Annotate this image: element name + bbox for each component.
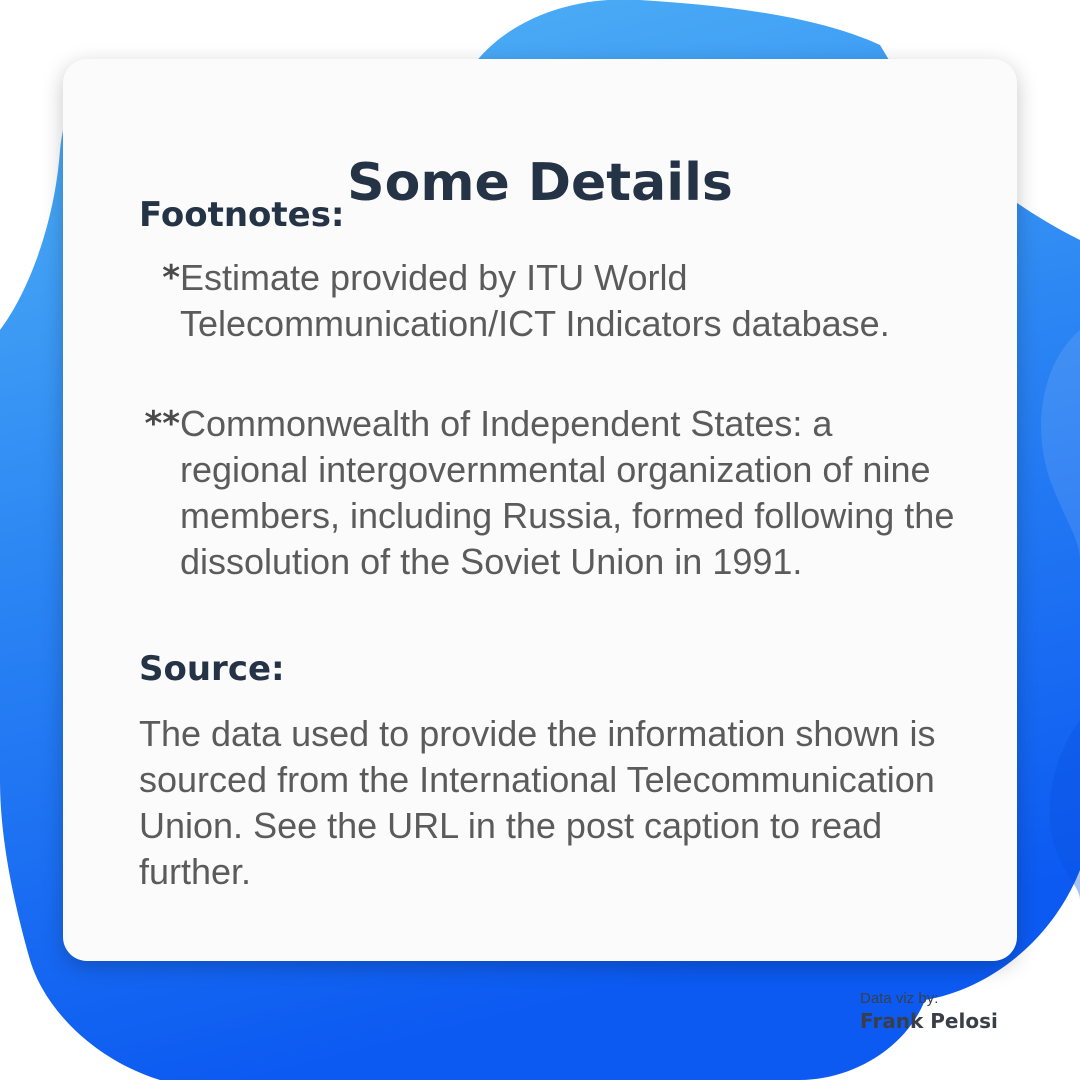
source-text: The data used to provide the information…: [139, 713, 936, 892]
source-heading: Source:: [139, 649, 285, 689]
details-card: Some Details Footnotes: * Estimate provi…: [63, 59, 1017, 961]
footnotes-heading: Footnotes:: [139, 195, 345, 235]
footnote-text: Estimate provided by ITU World Telecommu…: [180, 257, 890, 344]
footnote-marker: *: [162, 258, 180, 298]
credit-label: Data viz by:: [860, 990, 939, 1007]
canvas: Some Details Footnotes: * Estimate provi…: [0, 0, 1080, 1080]
footnote-item: * Estimate provided by ITU World Telecom…: [162, 255, 960, 347]
footnote-marker: **: [144, 404, 180, 444]
footnote-item: ** Commonwealth of Independent States: a…: [144, 401, 960, 585]
credit: Data viz by: Frank Pelosi: [860, 990, 998, 1034]
credit-name: Frank Pelosi: [860, 1009, 998, 1033]
footnote-text: Commonwealth of Independent States: a re…: [180, 403, 955, 582]
